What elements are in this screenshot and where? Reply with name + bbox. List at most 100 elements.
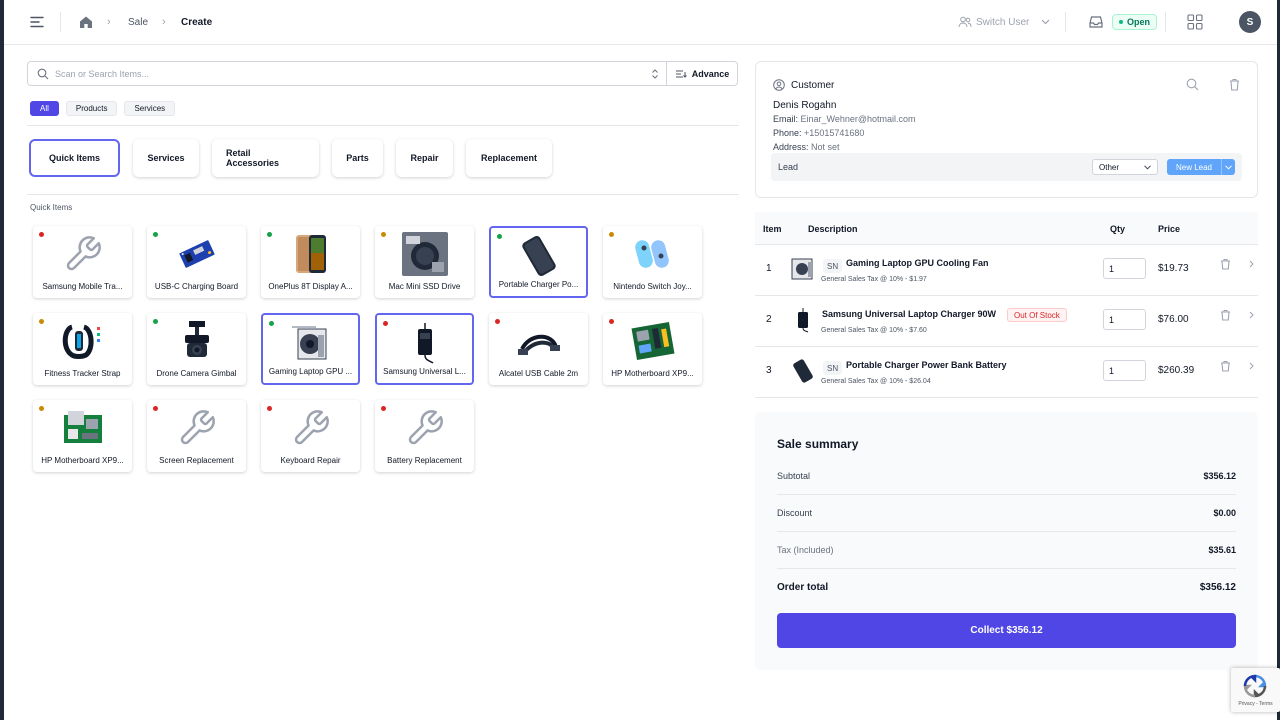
collect-payment-button[interactable]: Collect $356.12 (777, 613, 1236, 648)
chevron-right-icon[interactable] (1249, 260, 1254, 268)
apps-grid-icon[interactable] (1187, 14, 1203, 30)
item-tile[interactable]: Battery Replacement (375, 400, 474, 472)
section-label: Quick Items (30, 203, 73, 212)
product-thumbnail (790, 255, 816, 283)
product-thumbnail (790, 306, 816, 334)
remove-customer-icon[interactable] (1229, 78, 1240, 91)
status-dot (1119, 20, 1123, 24)
divider (1165, 12, 1166, 32)
item-tile[interactable]: Nintendo Switch Joy... (603, 226, 702, 298)
recaptcha-links[interactable]: Privacy - Terms (1231, 701, 1280, 707)
item-tile[interactable]: OnePlus 8T Display A... (261, 226, 360, 298)
stock-status-dot (609, 232, 614, 237)
serial-number-badge: SN (823, 361, 843, 375)
category-replacement[interactable]: Replacement (466, 139, 552, 177)
gpu-fan-icon (791, 258, 813, 280)
product-name[interactable]: Samsung Universal Laptop Charger 90W (822, 309, 996, 319)
cart-row: 3 SN Portable Charger Power Bank Battery… (755, 347, 1258, 398)
stock-status-dot (39, 406, 44, 411)
customer-card: Customer Denis Rogahn Email: Einar_Wehne… (755, 61, 1258, 198)
tax-line: General Sales Tax @ 10% - $1.97 (821, 276, 927, 283)
category-services[interactable]: Services (133, 139, 199, 177)
menu-icon[interactable] (30, 16, 44, 28)
usb-cable-icon (517, 334, 560, 355)
product-thumbnail (790, 357, 816, 385)
item-tile[interactable]: USB-C Charging Board (147, 226, 246, 298)
item-tile[interactable]: Samsung Universal L... (375, 313, 474, 385)
filter-all[interactable]: All (30, 101, 59, 116)
item-name: Drone Camera Gimbal (156, 369, 237, 378)
tax-value: $35.61 (1208, 545, 1236, 555)
category-tabs: Quick Items Services Retail Accessories … (29, 139, 552, 177)
item-name: HP Motherboard XP9... (41, 456, 124, 465)
item-name: Battery Replacement (387, 456, 462, 465)
item-name: HP Motherboard XP9... (611, 369, 694, 378)
power-bank-icon (793, 359, 813, 383)
advance-search-button[interactable]: Advance (667, 61, 738, 86)
serial-number-badge: SN (823, 259, 843, 273)
item-tile[interactable]: Drone Camera Gimbal (147, 313, 246, 385)
gpu-fan-icon (291, 326, 326, 360)
home-icon[interactable] (79, 15, 93, 29)
chevron-down-icon (1144, 165, 1151, 170)
register-status-text: Open (1127, 17, 1151, 27)
discount-label[interactable]: Discount (777, 508, 812, 518)
advance-label: Advance (691, 68, 730, 79)
item-name: Portable Charger Po... (498, 280, 579, 289)
fitness-band-icon (62, 324, 100, 359)
phone-label: Phone: (773, 128, 802, 138)
item-search-input[interactable] (55, 66, 645, 82)
divider (60, 12, 61, 32)
filter-products[interactable]: Products (65, 101, 118, 116)
category-repair[interactable]: Repair (396, 139, 453, 177)
customer-phone: Phone: +15015741680 (773, 128, 864, 138)
recaptcha-badge[interactable]: Privacy - Terms (1231, 668, 1280, 712)
item-tile[interactable]: Fitness Tracker Strap (33, 313, 132, 385)
chevron-down-icon (1041, 19, 1050, 25)
category-retail-accessories[interactable]: Retail Accessories (212, 139, 319, 177)
switch-user-button[interactable]: Switch User (958, 16, 1050, 28)
breadcrumb-sale[interactable]: Sale (128, 17, 148, 28)
chevron-right-icon[interactable] (1249, 362, 1254, 370)
chevron-down-icon (1225, 164, 1232, 170)
user-avatar[interactable]: S (1239, 11, 1261, 33)
item-tile[interactable]: Gaming Laptop GPU ... (261, 313, 360, 385)
subtotal-row: Subtotal $356.12 (777, 458, 1236, 495)
quantity-input[interactable] (1103, 258, 1146, 279)
product-name[interactable]: Portable Charger Power Bank Battery (846, 360, 1007, 370)
select-updown-icon[interactable] (651, 68, 659, 80)
remove-item-icon[interactable] (1220, 309, 1231, 321)
item-tile[interactable]: Screen Replacement (147, 400, 246, 472)
item-tile[interactable]: HP Motherboard XP9... (33, 400, 132, 472)
stock-status-dot (153, 232, 158, 237)
search-customer-icon[interactable] (1186, 78, 1199, 91)
new-lead-dropdown[interactable] (1222, 164, 1235, 170)
item-tile[interactable]: Keyboard Repair (261, 400, 360, 472)
new-lead-button[interactable]: New Lead (1167, 159, 1235, 175)
quantity-input[interactable] (1103, 309, 1146, 330)
sale-summary: Sale summary Subtotal $356.12 Discount $0.… (755, 412, 1258, 670)
remove-item-icon[interactable] (1220, 258, 1231, 270)
item-name: Samsung Universal L... (383, 367, 466, 376)
chevron-right-icon[interactable] (1249, 311, 1254, 319)
item-tile[interactable]: Alcatel USB Cable 2m (489, 313, 588, 385)
item-tile[interactable]: Portable Charger Po... (489, 226, 588, 298)
address-label: Address: (773, 142, 809, 152)
filter-services[interactable]: Services (124, 101, 176, 116)
register-status-badge: Open (1112, 14, 1158, 30)
item-tile[interactable]: Mac Mini SSD Drive (375, 226, 474, 298)
category-quick-items[interactable]: Quick Items (29, 139, 120, 177)
item-name: USB-C Charging Board (154, 282, 239, 291)
item-tile[interactable]: Samsung Mobile Tra... (33, 226, 132, 298)
product-name[interactable]: Gaming Laptop GPU Cooling Fan (846, 258, 989, 268)
gimbal-icon (184, 321, 209, 357)
item-tile[interactable]: HP Motherboard XP9... (603, 313, 702, 385)
stock-status-dot (383, 321, 388, 326)
category-parts[interactable]: Parts (332, 139, 383, 177)
lead-label: Lead (778, 162, 799, 172)
remove-item-icon[interactable] (1220, 360, 1231, 372)
cash-drawer-icon[interactable] (1089, 15, 1103, 29)
quantity-input[interactable] (1103, 360, 1146, 381)
lead-source-select[interactable]: Other (1092, 159, 1158, 175)
top-bar: › Sale › Create Switch User Open S (4, 0, 1277, 45)
